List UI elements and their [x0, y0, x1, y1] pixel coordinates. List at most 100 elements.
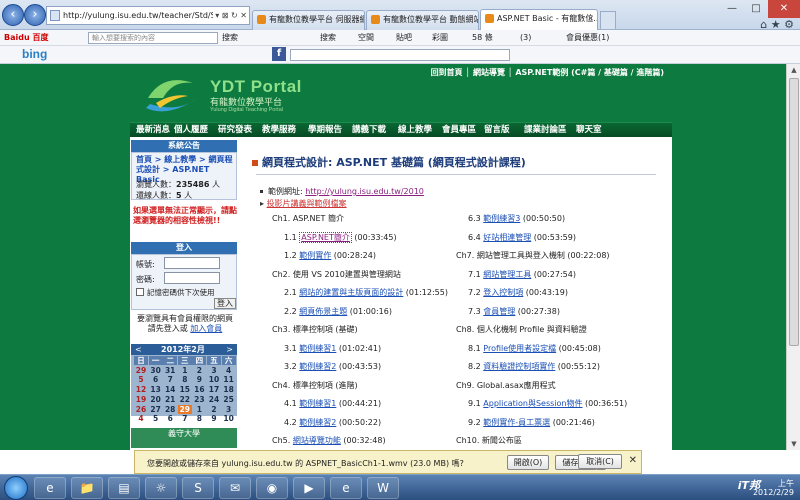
calendar-day[interactable]: 26: [134, 405, 148, 414]
taskbar-app-icon[interactable]: e: [34, 477, 66, 499]
calendar-day[interactable]: 31: [163, 366, 177, 375]
calendar-day[interactable]: 4: [134, 414, 148, 423]
lesson-link[interactable]: 範例練習1: [299, 344, 336, 353]
lesson-link[interactable]: 網站管理工具: [483, 270, 531, 279]
toolbar-item[interactable]: 彩圖: [432, 30, 448, 45]
download-close-icon[interactable]: ✕: [629, 455, 637, 466]
menu-item[interactable]: 個人履歷: [174, 123, 208, 137]
toolbar-item[interactable]: 會員優惠(1): [566, 30, 609, 45]
lesson-link[interactable]: 網站的建置與主版頁面的設計: [299, 288, 403, 297]
calendar-next[interactable]: >: [226, 344, 233, 355]
calendar-day[interactable]: 9: [192, 375, 206, 384]
calendar-day[interactable]: 11: [222, 375, 236, 384]
calendar-day[interactable]: 10: [222, 414, 236, 423]
toolbar-item[interactable]: (3): [520, 30, 531, 45]
scroll-thumb[interactable]: [789, 78, 799, 346]
lesson-link[interactable]: Application與Session物件: [483, 399, 582, 408]
calendar-day[interactable]: 24: [207, 395, 221, 404]
toolbar-item[interactable]: 貼吧: [396, 30, 412, 45]
lesson-link[interactable]: 登入控制項: [483, 288, 523, 297]
calendar-day[interactable]: 29: [134, 366, 148, 375]
taskbar-app-icon[interactable]: ☼: [145, 477, 177, 499]
password-input[interactable]: [164, 272, 220, 284]
join-link[interactable]: 加入會員: [190, 324, 222, 333]
lesson-link[interactable]: 範例練習2: [299, 362, 336, 371]
vertical-scrollbar[interactable]: ▲ ▼: [786, 64, 800, 450]
calendar-day[interactable]: 5: [149, 414, 163, 423]
taskbar-app-icon[interactable]: W: [367, 477, 399, 499]
calendar-day[interactable]: 2: [207, 405, 221, 414]
menu-item[interactable]: 會員專區: [442, 123, 476, 137]
calendar-day[interactable]: 3: [222, 405, 236, 414]
login-button[interactable]: 登入: [214, 298, 236, 309]
calendar-day[interactable]: 4: [222, 366, 236, 375]
calendar-day[interactable]: 27: [149, 405, 163, 414]
calendar-day[interactable]: 25: [222, 395, 236, 404]
calendar-day[interactable]: 18: [222, 385, 236, 394]
taskbar-app-icon[interactable]: ▶: [293, 477, 325, 499]
calendar-day[interactable]: 9: [207, 414, 221, 423]
taskbar-app-icon[interactable]: e: [330, 477, 362, 499]
address-controls[interactable]: ▾ ⊠ ↻ ✕: [213, 7, 249, 24]
close-window-button[interactable]: ✕: [768, 0, 800, 18]
calendar-day[interactable]: 6: [149, 375, 163, 384]
lesson-link[interactable]: 資料驗證控制項實作: [483, 362, 555, 371]
calendar-day[interactable]: 22: [178, 395, 192, 404]
bing-logo[interactable]: bing: [22, 47, 47, 61]
menu-item[interactable]: 留言版: [484, 123, 510, 137]
menu-item[interactable]: 課業討論區: [524, 123, 567, 137]
site-logo[interactable]: YDT Portal 有龍數位教學平台 Yulung Digital Teach…: [138, 68, 328, 118]
lesson-link[interactable]: Profile使用者設定檔: [483, 344, 556, 353]
chapter-link[interactable]: 網站導覽功能: [293, 436, 341, 445]
remember-checkbox[interactable]: [136, 288, 144, 296]
calendar-day[interactable]: 15: [178, 385, 192, 394]
lesson-link[interactable]: 範例練習2: [299, 418, 336, 427]
calendar-prev[interactable]: <: [135, 344, 142, 355]
baidu-search-button[interactable]: 搜索: [222, 30, 238, 45]
tab-3-active[interactable]: ASP.NET Basic - 有龍數位... ✕: [480, 9, 598, 30]
calendar-day[interactable]: 19: [134, 395, 148, 404]
top-links[interactable]: 回到首頁 │ 網站導覽 │ ASP.NET範例 (C#篇 / 基礎篇 / 進階篇…: [431, 67, 664, 78]
calendar-day[interactable]: 10: [207, 375, 221, 384]
calendar-day[interactable]: 2: [192, 366, 206, 375]
forward-icon[interactable]: ›: [24, 4, 46, 26]
calendar-day[interactable]: 7: [178, 414, 192, 423]
calendar-day[interactable]: 16: [192, 385, 206, 394]
lesson-link[interactable]: 範例練習3: [483, 214, 520, 223]
calendar-day[interactable]: 17: [207, 385, 221, 394]
maximize-button[interactable]: □: [744, 0, 768, 18]
calendar-day[interactable]: 8: [192, 414, 206, 423]
new-tab-button[interactable]: [600, 11, 616, 29]
open-button[interactable]: 開啟(O): [507, 455, 549, 470]
taskbar-app-icon[interactable]: ◉: [256, 477, 288, 499]
taskbar-app-icon[interactable]: ▤: [108, 477, 140, 499]
tab-close-icon[interactable]: ✕: [587, 10, 594, 28]
system-clock[interactable]: 上午 2012/2/29: [753, 479, 794, 497]
calendar-day[interactable]: 6: [163, 414, 177, 423]
calendar-day[interactable]: 7: [163, 375, 177, 384]
calendar-day[interactable]: 3: [207, 366, 221, 375]
calendar-day[interactable]: 12: [134, 385, 148, 394]
calendar-day[interactable]: 23: [192, 395, 206, 404]
menu-item[interactable]: 教學服務: [262, 123, 296, 137]
lesson-link[interactable]: 網頁佈景主題: [299, 307, 347, 316]
bing-search-input[interactable]: [290, 49, 510, 61]
calendar-day[interactable]: 1: [178, 366, 192, 375]
toolbar-item[interactable]: 空間: [358, 30, 374, 45]
back-icon[interactable]: ‹: [2, 4, 24, 26]
minimize-button[interactable]: —: [720, 0, 744, 18]
school-banner[interactable]: 義守大學: [131, 428, 237, 448]
lesson-link[interactable]: ASP.NET簡介: [299, 231, 352, 243]
calendar-day[interactable]: 30: [149, 366, 163, 375]
address-bar[interactable]: http://yulung.isu.edu.tw/teacher/Std/Std…: [46, 6, 250, 25]
lesson-link[interactable]: 範例實作-員工票選: [483, 418, 550, 427]
calendar-day[interactable]: 13: [149, 385, 163, 394]
tab-1[interactable]: 有龍數位教學平台 伺服器網站...: [252, 10, 365, 30]
calendar-day[interactable]: 21: [163, 395, 177, 404]
calendar-day[interactable]: 8: [178, 375, 192, 384]
calendar-day[interactable]: 5: [134, 375, 148, 384]
scroll-down-icon[interactable]: ▼: [787, 438, 800, 450]
taskbar-app-icon[interactable]: 📁: [71, 477, 103, 499]
calendar-day[interactable]: 14: [163, 385, 177, 394]
calendar-day[interactable]: 29: [177, 404, 192, 414]
